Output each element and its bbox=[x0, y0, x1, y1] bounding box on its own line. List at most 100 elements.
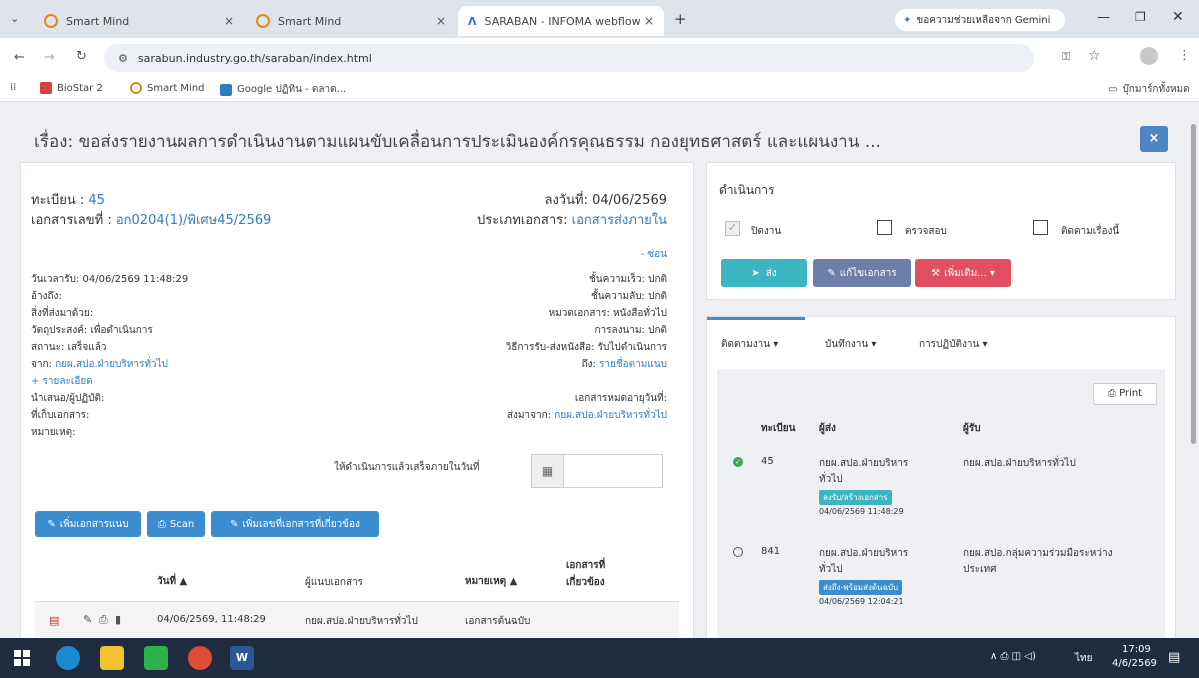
verify-label: ตรวจสอบ bbox=[905, 226, 947, 237]
bookmark-star-icon[interactable]: ☆ bbox=[1088, 48, 1101, 64]
more-button[interactable]: ⚒ เพิ่มเติม... ▾ bbox=[915, 259, 1011, 287]
deadline-date-input[interactable]: ▦ bbox=[531, 454, 663, 488]
scan-label: Scan bbox=[169, 518, 195, 530]
all-bookmarks-label: บุ๊กมาร์กทั้งหมด bbox=[1122, 84, 1190, 95]
tab-close-icon[interactable]: × bbox=[224, 14, 234, 28]
print-icon[interactable]: ⎙ bbox=[99, 613, 108, 627]
tab-saraban[interactable]: Λ SARABAN - INFOMA webflow × bbox=[458, 6, 664, 36]
clock-icon bbox=[733, 547, 743, 557]
remarks-field: หมายเหตุ: bbox=[31, 427, 76, 438]
objective-field: วัตถุประสงค์: เพื่อดำเนินการ bbox=[31, 325, 153, 336]
sent-from-value[interactable]: กยผ.สปอ.ฝ่ายบริหารทั่วไป bbox=[554, 410, 667, 421]
profile-avatar[interactable] bbox=[1140, 47, 1158, 65]
column-attached-by[interactable]: ผู้แนบเอกสาร bbox=[305, 575, 363, 590]
new-tab-button[interactable]: + bbox=[674, 10, 687, 28]
tab-operations[interactable]: การปฏิบัติงาน ▾ bbox=[919, 337, 987, 352]
line-icon[interactable] bbox=[144, 646, 168, 670]
gemini-label: ขอความช่วยเหลือจาก Gemini bbox=[916, 14, 1051, 26]
back-icon[interactable]: ← bbox=[14, 50, 25, 65]
tab-smart-mind-2[interactable]: Smart Mind × bbox=[246, 6, 456, 36]
details-link[interactable]: + รายละเอียด bbox=[31, 374, 93, 389]
row-receiver-1: กยผ.สปอ.กลุ่มความร่วมมือระหว่าง bbox=[963, 548, 1113, 559]
row-sender-2: ทั่วไป bbox=[819, 474, 843, 485]
url-input[interactable]: ⚙ sarabun.industry.go.th/saraban/index.h… bbox=[104, 44, 1034, 72]
edge-icon[interactable] bbox=[56, 646, 80, 670]
pdf-icon[interactable]: ▤ bbox=[49, 614, 59, 627]
tab-label: Smart Mind bbox=[278, 14, 342, 28]
attach-icon[interactable]: ✎ bbox=[83, 613, 92, 626]
chrome-icon[interactable] bbox=[188, 646, 212, 670]
edit-document-button[interactable]: ✎ แก้ไขเอกสาร bbox=[813, 259, 911, 287]
calendar-icon bbox=[220, 83, 232, 96]
hide-link[interactable]: - ซ่อน bbox=[641, 247, 667, 262]
file-explorer-icon[interactable] bbox=[100, 646, 124, 670]
verify-checkbox[interactable] bbox=[877, 220, 892, 235]
deadline-label: ให้ดำเนินการแล้วเสร็จภายในวันที่ bbox=[334, 462, 480, 473]
received-datetime: วันเวลารับ: 04/06/2569 11:48:29 bbox=[31, 274, 189, 285]
from-row: จาก: กยผ.สปอ.ฝ่ายบริหารทั่วไป bbox=[31, 357, 168, 372]
smart-mind-icon bbox=[256, 14, 270, 28]
row-sender-2: ทั่วไป bbox=[819, 564, 843, 575]
check-circle-icon: ✓ bbox=[733, 457, 743, 467]
close-job-checkbox[interactable]: ✓ bbox=[725, 221, 740, 236]
from-value[interactable]: กยผ.สปอ.ฝ่ายบริหารทั่วไป bbox=[55, 359, 168, 370]
forward-icon[interactable]: → bbox=[44, 50, 55, 65]
send-button[interactable]: ➤ ส่ง bbox=[721, 259, 807, 287]
bookmarks-bar: ⁞⁞ BioStar 2 Smart Mind Google ปฏิทิน - … bbox=[0, 78, 1199, 102]
page-scrollbar[interactable] bbox=[1191, 124, 1196, 444]
active-tab-indicator bbox=[707, 317, 805, 320]
more-label: เพิ่มเติม... ▾ bbox=[944, 267, 995, 279]
window-close-button[interactable]: ✕ bbox=[1172, 9, 1184, 25]
gemini-button[interactable]: ✦ ขอความช่วยเหลือจาก Gemini bbox=[895, 9, 1065, 31]
tab-smart-mind-1[interactable]: Smart Mind × bbox=[34, 6, 244, 36]
bookmark-smart-mind[interactable]: Smart Mind bbox=[130, 82, 205, 94]
storage-field: ที่เก็บเอกสาร: bbox=[31, 410, 90, 421]
all-bookmarks[interactable]: ▭ บุ๊กมาร์กทั้งหมด bbox=[1108, 82, 1190, 97]
site-info-icon[interactable]: ⚙ bbox=[118, 52, 128, 65]
clock-time[interactable]: 17:09 bbox=[1122, 644, 1151, 655]
status-badge: ส่งถึง-พร้อมส่งต้นฉบับ bbox=[819, 580, 903, 595]
tab-work-log[interactable]: บันทึกงาน ▾ bbox=[825, 337, 876, 352]
print-button[interactable]: ⎙ Print bbox=[1093, 383, 1157, 405]
scan-button[interactable]: ⎙ Scan bbox=[147, 511, 205, 537]
start-windows-icon[interactable] bbox=[14, 650, 30, 666]
expire-field: เอกสารหมดอายุวันที่: bbox=[574, 393, 667, 404]
add-related-document-button[interactable]: ✎ เพิ่มเลขที่เอกสารที่เกี่ยวข้อง bbox=[211, 511, 379, 537]
edit-icon: ✎ bbox=[827, 267, 836, 279]
tab-close-icon[interactable]: × bbox=[436, 14, 446, 28]
delete-icon[interactable]: ▮ bbox=[115, 613, 121, 626]
input-language[interactable]: ไทย bbox=[1075, 651, 1092, 666]
bookmark-google-calendar[interactable]: Google ปฏิทิน - ตลาด... bbox=[220, 82, 346, 97]
maximize-button[interactable]: ❐ bbox=[1135, 10, 1146, 24]
row-registration: 45 bbox=[761, 456, 774, 467]
add-related-label: เพิ่มเลขที่เอกสารที่เกี่ยวข้อง bbox=[242, 518, 360, 530]
browser-tab-bar: ⌄ Smart Mind × Smart Mind × Λ SARABAN - … bbox=[0, 0, 1199, 38]
column-date[interactable]: วันที่ ▲ bbox=[157, 574, 187, 589]
close-document-button[interactable]: × bbox=[1140, 126, 1168, 152]
clock-date[interactable]: 4/6/2569 bbox=[1112, 658, 1157, 669]
action-heading: ดำเนินการ bbox=[719, 183, 775, 197]
system-tray-icons[interactable]: ∧ ⎙ ◫ ◁) bbox=[990, 651, 1036, 662]
bookmark-biostar[interactable]: BioStar 2 bbox=[40, 82, 103, 94]
document-number-row: เอกสารเลขที่ : อก0204(1)/พิเศษ45/2569 bbox=[31, 209, 271, 230]
bookmark-label: BioStar 2 bbox=[57, 82, 103, 94]
tab-close-icon[interactable]: × bbox=[644, 14, 654, 28]
printer-icon: ⎙ bbox=[157, 518, 166, 530]
row-time: 04/06/2569 12:04:21 bbox=[819, 597, 904, 606]
gemini-icon: ✦ bbox=[903, 14, 912, 26]
follow-checkbox[interactable] bbox=[1033, 220, 1048, 235]
menu-kebab-icon[interactable]: ⋮ bbox=[1178, 48, 1191, 63]
word-icon[interactable]: W bbox=[230, 646, 254, 670]
column-remarks[interactable]: หมายเหตุ ▲ bbox=[465, 574, 517, 589]
password-key-icon[interactable]: ⚿ bbox=[1062, 50, 1070, 64]
reload-icon[interactable]: ↻ bbox=[76, 49, 87, 64]
notification-icon[interactable]: ▤ bbox=[1168, 650, 1180, 665]
signing-field: การลงนาม: ปกติ bbox=[594, 325, 667, 336]
calendar-icon[interactable]: ▦ bbox=[532, 455, 564, 487]
add-attachment-button[interactable]: ✎ เพิ่มเอกสารแนบ bbox=[35, 511, 141, 537]
to-value[interactable]: รายชื่อตามแนบ bbox=[599, 359, 667, 370]
minimize-button[interactable]: — bbox=[1097, 10, 1110, 25]
tab-tracking[interactable]: ติดตามงาน ▾ bbox=[721, 337, 778, 352]
apps-grid-icon[interactable]: ⁞⁞ bbox=[10, 82, 16, 93]
tab-list-icon[interactable]: ⌄ bbox=[10, 12, 19, 25]
